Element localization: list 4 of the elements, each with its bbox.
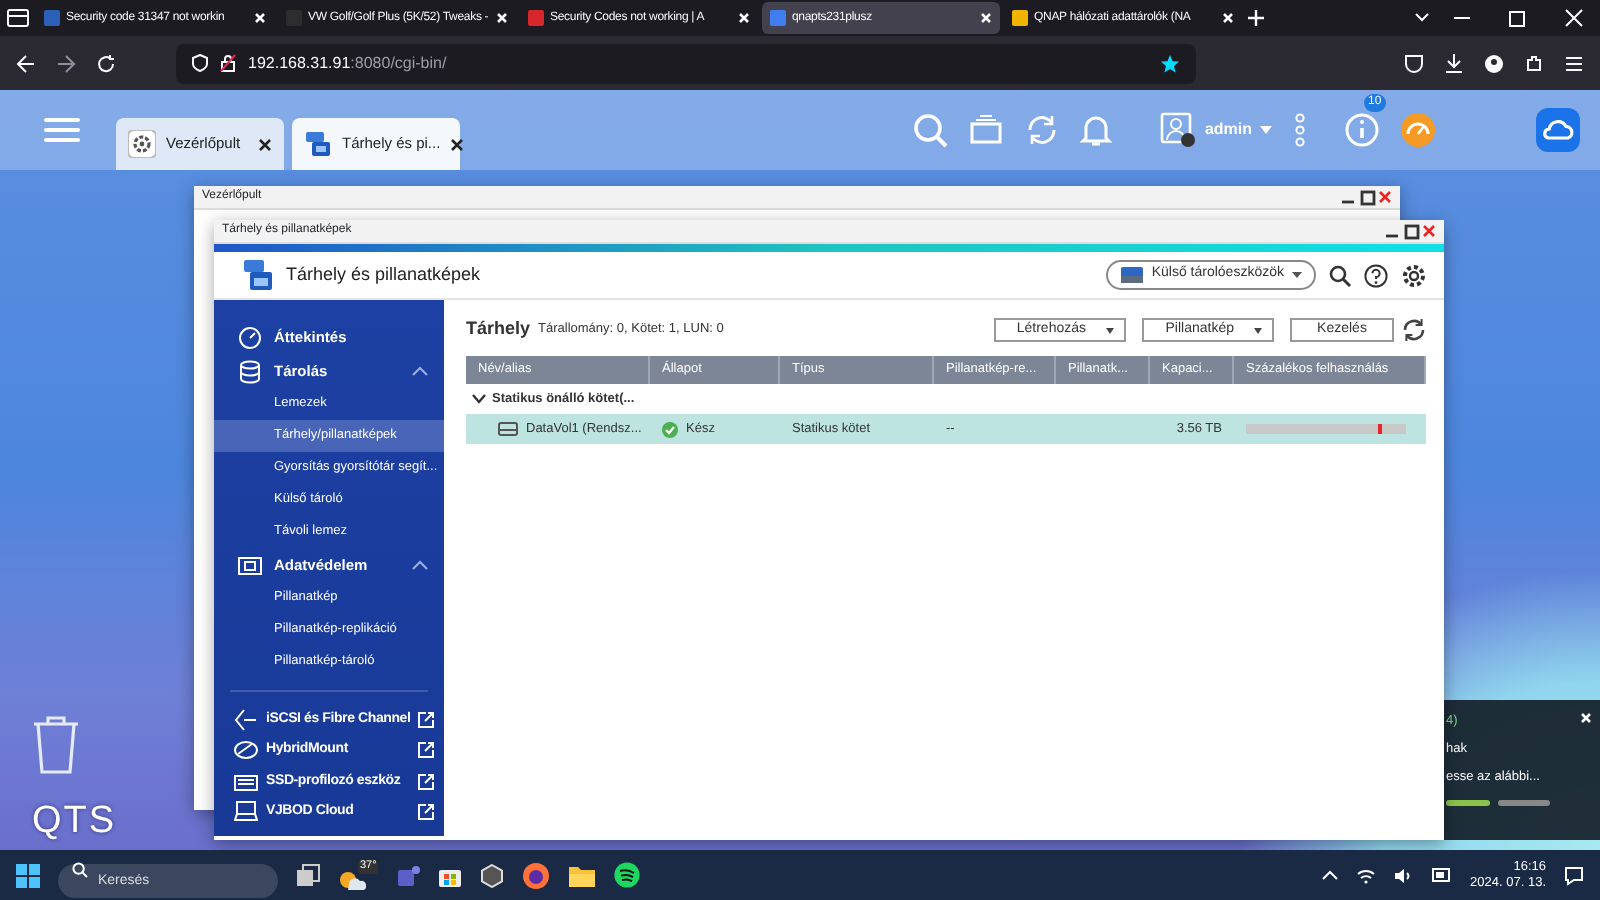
desktop-label: QTS xyxy=(32,798,117,846)
app-title: Tárhely és pillanatképek xyxy=(286,261,483,288)
address-field[interactable]: 192.168.31.91:8080/cgi-bin/ xyxy=(176,43,1196,83)
section-title: Tárhely xyxy=(466,316,531,343)
